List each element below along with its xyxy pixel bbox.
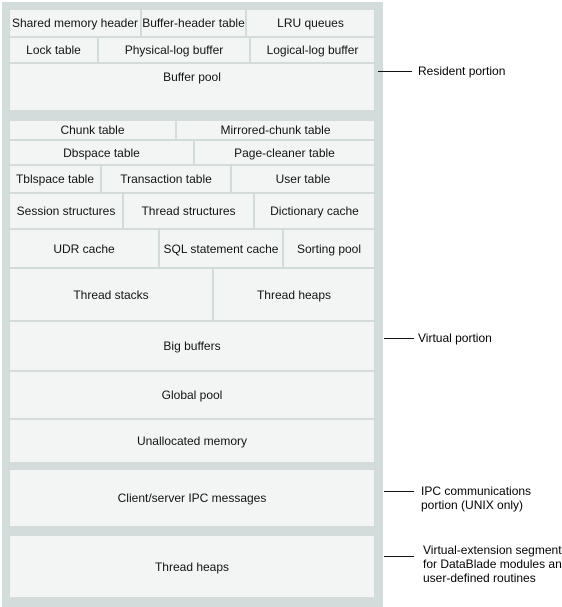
resident-lru-queues: LRU queues [247, 10, 374, 36]
virtual-unallocated-memory: Unallocated memory [10, 420, 374, 462]
virtual-thread-heaps: Thread heaps [214, 269, 374, 320]
resident-leader-line [378, 71, 412, 72]
virtual-sorting-pool: Sorting pool [284, 230, 374, 267]
virtual-user-table: User table [232, 166, 374, 192]
virtual-big-buffers: Big buffers [10, 322, 374, 370]
virtual-session-structures: Session structures [10, 194, 122, 228]
ipc-client-server-ipc-messages: Client/server IPC messages [10, 470, 374, 526]
virtual-leader-line [384, 338, 414, 339]
ipc-label-line: portion (UNIX only) [421, 498, 524, 512]
virtual-thread-stacks: Thread stacks [10, 269, 212, 320]
virtual-dictionary-cache: Dictionary cache [255, 194, 374, 228]
ipc-portion-label: IPC communications portion (UNIX only) [421, 484, 531, 512]
extension-segment-label: Virtual-extension segments for DataBlade… [423, 543, 562, 585]
resident-buffer-header-table: Buffer-header table [142, 10, 245, 36]
resident-shared-memory-header: Shared memory header [10, 10, 140, 36]
virtual-tblspace-table: Tblspace table [10, 166, 100, 192]
resident-logical-log-buffer: Logical-log buffer [251, 38, 374, 62]
shared-memory-diagram: Shared memory header Buffer-header table L… [0, 0, 562, 607]
virtual-chunk-table: Chunk table [10, 121, 175, 139]
virtual-thread-structures: Thread structures [124, 194, 253, 228]
virtual-page-cleaner-table: Page-cleaner table [195, 141, 374, 164]
ipc-leader-line [384, 491, 414, 492]
extension-label-line: user-defined routines [423, 571, 536, 585]
virtual-portion-label: Virtual portion [418, 331, 492, 345]
virtual-global-pool: Global pool [10, 372, 374, 418]
extension-leader-line [384, 556, 414, 557]
resident-buffer-pool: Buffer pool [10, 64, 374, 110]
extension-label-line: Virtual-extension segments [423, 543, 562, 557]
ipc-label-line: IPC communications [421, 484, 532, 498]
extension-label-line: for DataBlade modules and [423, 557, 562, 571]
resident-portion-label: Resident portion [418, 64, 506, 78]
virtual-transaction-table: Transaction table [102, 166, 230, 192]
resident-physical-log-buffer: Physical-log buffer [99, 38, 249, 62]
virtual-sql-statement-cache: SQL statement cache [160, 230, 282, 267]
virtual-udr-cache: UDR cache [10, 230, 158, 267]
virtual-mirrored-chunk-table: Mirrored-chunk table [177, 121, 374, 139]
extension-thread-heaps: Thread heaps [10, 536, 374, 597]
resident-lock-table: Lock table [10, 38, 97, 62]
virtual-dbspace-table: Dbspace table [10, 141, 193, 164]
